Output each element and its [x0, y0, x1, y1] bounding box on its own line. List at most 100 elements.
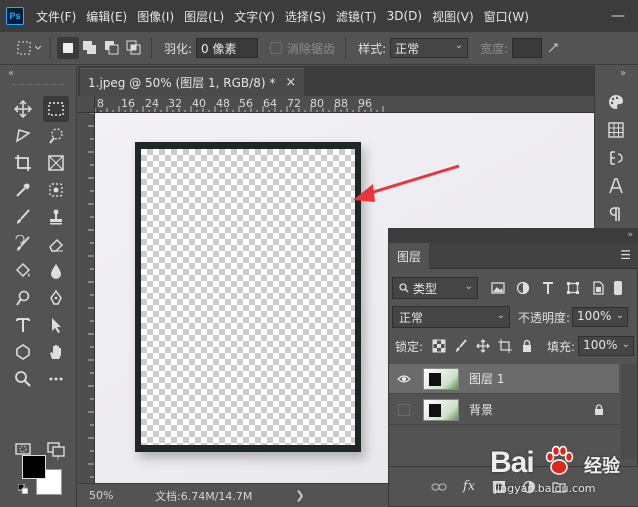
new-selection-icon[interactable]: [57, 37, 79, 59]
default-colors-icon[interactable]: [18, 484, 28, 494]
blur-tool-icon[interactable]: [43, 258, 69, 284]
subtract-selection-icon[interactable]: [101, 37, 123, 59]
link-icon[interactable]: [429, 477, 449, 497]
photoshop-logo[interactable]: Ps: [6, 7, 24, 25]
lock-artboard-icon[interactable]: [495, 336, 515, 356]
lock-transparent-icon[interactable]: [429, 336, 449, 356]
add-selection-icon[interactable]: [79, 37, 101, 59]
screen-mode-icon[interactable]: [43, 436, 69, 462]
layer-name[interactable]: 图层 1: [469, 370, 504, 387]
move-tool-icon[interactable]: [10, 96, 36, 122]
lasso-tool-icon[interactable]: [10, 123, 36, 149]
feather-input[interactable]: 0 像素: [196, 38, 259, 58]
layer-row[interactable]: 背景: [389, 395, 619, 425]
menu-select[interactable]: 选择(S): [285, 8, 326, 25]
style-select[interactable]: 正常 ⌄: [390, 38, 469, 58]
layer-filter-select[interactable]: 类型 ⌄: [392, 277, 478, 299]
chevron-down-icon: ⌄: [621, 339, 631, 350]
menu-filter[interactable]: 滤镜(T): [336, 8, 377, 25]
rect-marquee-tool-icon[interactable]: [43, 96, 69, 122]
menu-image[interactable]: 图像(I): [137, 8, 174, 25]
eraser-tool-icon[interactable]: [43, 231, 69, 257]
style-select-value: 正常: [395, 42, 420, 56]
menu-file[interactable]: 文件(F): [36, 8, 76, 25]
adjustment-filter-icon[interactable]: [513, 278, 533, 298]
adjustment-icon[interactable]: [519, 477, 539, 497]
visibility-toggle[interactable]: [398, 403, 410, 416]
shape-filter-icon[interactable]: [563, 278, 583, 298]
clone-stamp-tool-icon[interactable]: [43, 204, 69, 230]
lock-position-icon[interactable]: [473, 336, 493, 356]
marquee-preset-icon[interactable]: [14, 37, 44, 59]
dock-collapse-icon[interactable]: »: [620, 68, 626, 79]
menu-bar: Ps 文件(F) 编辑(E) 图像(I) 图层(L) 文字(Y) 选择(S) 滤…: [0, 0, 638, 32]
horizontal-ruler[interactable]: 8 16 24 32 40 48 56 64 72 80 88 96: [95, 96, 594, 113]
hand-tool-icon[interactable]: [43, 339, 69, 365]
panel-collapse-icon[interactable]: »: [627, 230, 633, 240]
layer-filter-row: 类型 ⌄: [389, 277, 638, 299]
character-panel-icon[interactable]: [606, 176, 626, 196]
filter-toggle-icon[interactable]: [614, 281, 622, 295]
zoom-level[interactable]: 50%: [89, 489, 155, 502]
lock-pixels-icon[interactable]: [451, 336, 471, 356]
ruler-corner[interactable]: [78, 96, 95, 113]
transparent-selection-area[interactable]: [140, 148, 356, 446]
type-tool-icon[interactable]: [10, 312, 36, 338]
menu-type[interactable]: 文字(Y): [234, 8, 275, 25]
lock-all-icon[interactable]: [517, 336, 537, 356]
close-tab-icon[interactable]: ×: [285, 75, 296, 90]
history-brush-tool-icon[interactable]: [10, 231, 36, 257]
layer-row[interactable]: 图层 1: [389, 364, 619, 394]
minimize-button[interactable]: —: [598, 8, 638, 24]
zoom-tool-icon[interactable]: [10, 366, 36, 392]
shape-tool-icon[interactable]: [10, 339, 36, 365]
frame-tool-icon[interactable]: [43, 150, 69, 176]
menu-edit[interactable]: 编辑(E): [86, 8, 127, 25]
swatches-grid-icon[interactable]: [606, 120, 626, 140]
opacity-input[interactable]: 100% ⌄: [572, 307, 629, 327]
crop-tool-icon[interactable]: [10, 150, 36, 176]
dodge-tool-icon[interactable]: [10, 285, 36, 311]
brush-tool-icon[interactable]: [10, 204, 36, 230]
menu-3d[interactable]: 3D(D): [387, 9, 422, 23]
mask-icon[interactable]: [489, 477, 509, 497]
separator: [151, 37, 152, 59]
collapse-icon[interactable]: «: [8, 68, 14, 79]
quick-selection-tool-icon[interactable]: [43, 123, 69, 149]
menu-window[interactable]: 窗口(W): [484, 8, 529, 25]
history-icon[interactable]: [606, 148, 626, 168]
fx-icon[interactable]: fx: [459, 477, 479, 497]
layers-scrollbar[interactable]: [621, 364, 637, 459]
chevron-down-icon: ⌄: [454, 40, 464, 51]
spot-healing-tool-icon[interactable]: [43, 177, 69, 203]
blend-mode-select[interactable]: 正常 ⌄: [392, 306, 510, 328]
intersect-selection-icon[interactable]: [123, 37, 145, 59]
layer-name[interactable]: 背景: [469, 401, 493, 418]
paint-bucket-tool-icon[interactable]: [10, 258, 36, 284]
width-input[interactable]: [512, 38, 543, 58]
visibility-toggle[interactable]: [389, 374, 419, 384]
paragraph-panel-icon[interactable]: [606, 204, 626, 224]
layers-panel-tabs: 图层 ☰: [389, 243, 638, 269]
antialias-checkbox[interactable]: [270, 42, 283, 54]
document-tab[interactable]: 1.jpeg @ 50% (图层 1, RGB/8) * ×: [80, 68, 305, 96]
right-panel-dock: [594, 66, 638, 226]
foreground-color-swatch[interactable]: [22, 455, 46, 479]
eyedropper-tool-icon[interactable]: [10, 177, 36, 203]
vertical-ruler[interactable]: [78, 113, 95, 483]
folder-icon[interactable]: [549, 477, 569, 497]
tab-layers[interactable]: 图层: [389, 243, 429, 269]
color-palette-icon[interactable]: [606, 92, 626, 112]
pen-tool-icon[interactable]: [43, 285, 69, 311]
panel-menu-icon[interactable]: ☰: [620, 248, 631, 262]
menu-layer[interactable]: 图层(L): [184, 8, 224, 25]
fill-input[interactable]: 100% ⌄: [578, 336, 635, 356]
status-menu-arrow-icon[interactable]: ❯: [295, 489, 304, 502]
smart-object-filter-icon[interactable]: [588, 278, 608, 298]
type-filter-icon[interactable]: [538, 278, 558, 298]
path-selection-tool-icon[interactable]: [43, 312, 69, 338]
menu-view[interactable]: 视图(V): [432, 8, 474, 25]
more-tools-icon[interactable]: [43, 366, 69, 392]
pixel-filter-icon[interactable]: [488, 278, 508, 298]
swap-dimensions-icon[interactable]: [542, 37, 564, 59]
